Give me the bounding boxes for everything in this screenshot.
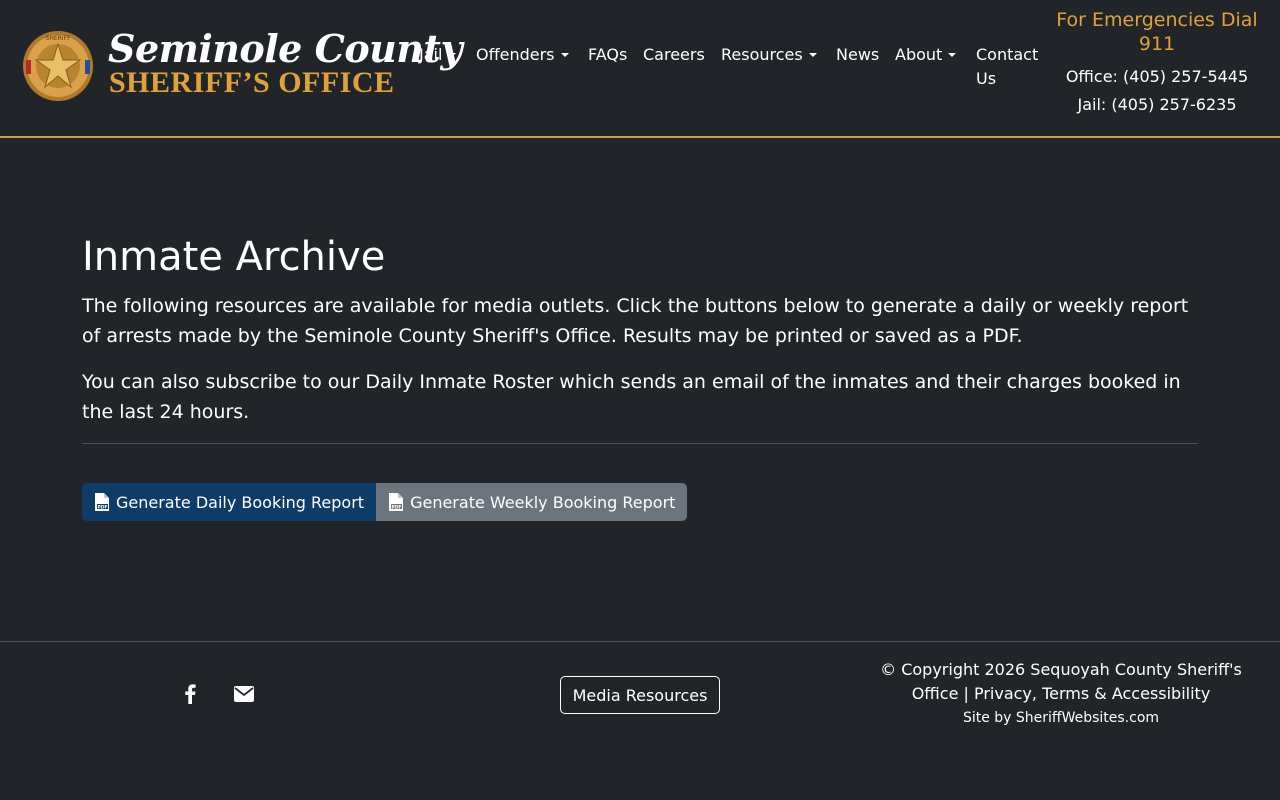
nav-jail[interactable]: Jail bbox=[419, 43, 457, 67]
file-pdf-icon: PDF bbox=[95, 493, 109, 511]
nav-contact-us[interactable]: Contact Us bbox=[976, 43, 1038, 91]
nav-label: Offenders bbox=[476, 45, 555, 64]
nav-careers[interactable]: Careers bbox=[643, 43, 705, 67]
nav-label: FAQs bbox=[588, 45, 628, 64]
chevron-down-icon bbox=[448, 53, 457, 57]
privacy-terms-link[interactable]: Privacy, Terms & Accessibility bbox=[974, 684, 1210, 703]
daily-button-label: Generate Daily Booking Report bbox=[116, 492, 365, 512]
subscribe-text: You can also subscribe to our Daily Inma… bbox=[82, 367, 1198, 427]
site-footer: Media Resources © Copyright 2026 Sequoya… bbox=[0, 641, 1280, 800]
nav-offenders[interactable]: Offenders bbox=[476, 43, 569, 67]
nav-label: About bbox=[895, 45, 943, 64]
file-pdf-icon: PDF bbox=[389, 493, 404, 511]
office-phone-link[interactable]: (405) 257-5445 bbox=[1123, 67, 1248, 86]
generate-daily-report-button[interactable]: PDF Generate Daily Booking Report bbox=[82, 483, 377, 521]
nav-about[interactable]: About bbox=[895, 43, 957, 67]
copyright-block: © Copyright 2026 Sequoyah County Sheriff… bbox=[870, 658, 1252, 728]
site-by-link[interactable]: Site by SheriffWebsites.com bbox=[963, 710, 1159, 726]
media-resources-button[interactable]: Media Resources bbox=[560, 676, 720, 714]
subscribe-pre: You can also subscribe to our bbox=[82, 371, 366, 393]
chevron-down-icon bbox=[560, 53, 569, 57]
copyright-text: © Copyright 2026 Sequoyah County Sheriff… bbox=[870, 658, 1252, 706]
nav-label: Jail bbox=[419, 45, 443, 64]
page-title: Inmate Archive bbox=[82, 234, 386, 280]
nav-label: News bbox=[836, 45, 880, 64]
nav-label: Resources bbox=[721, 45, 803, 64]
contact-box: For Emergencies Dial 911 Office: (405) 2… bbox=[1040, 8, 1274, 117]
main-content: Inmate Archive The following resources a… bbox=[82, 233, 1198, 444]
daily-inmate-roster-link[interactable]: Daily Inmate Roster bbox=[365, 371, 553, 393]
site-header: SHERIFF Seminole County SHERIFF’S OFFICE… bbox=[0, 0, 1280, 138]
nav-news[interactable]: News bbox=[836, 43, 879, 67]
intro-text: The following resources are available fo… bbox=[82, 295, 1189, 347]
chevron-down-icon bbox=[808, 53, 817, 57]
pdf-icon-text: PDF bbox=[97, 504, 107, 510]
sheriff-badge-icon: SHERIFF bbox=[23, 31, 93, 101]
jail-phone-link[interactable]: (405) 257-6235 bbox=[1111, 95, 1236, 114]
nav-label: Careers bbox=[643, 45, 705, 64]
site-by: Site by SheriffWebsites.com bbox=[870, 708, 1252, 728]
chevron-down-icon bbox=[948, 53, 957, 57]
nav-label-line2: Us bbox=[976, 69, 997, 88]
jail-label: Jail: bbox=[1077, 95, 1107, 114]
nav-resources[interactable]: Resources bbox=[721, 43, 817, 67]
nav-faqs[interactable]: FAQs bbox=[588, 43, 627, 67]
report-button-group: PDF Generate Daily Booking Report PDF Ge… bbox=[82, 483, 688, 521]
emergency-notice: For Emergencies Dial 911 bbox=[1056, 9, 1258, 55]
office-phone-line: Office: (405) 257-5445 bbox=[1040, 65, 1274, 89]
jail-phone-line: Jail: (405) 257-6235 bbox=[1040, 93, 1274, 117]
facebook-icon bbox=[185, 684, 196, 704]
generate-weekly-report-button[interactable]: PDF Generate Weekly Booking Report bbox=[376, 483, 688, 521]
envelope-icon bbox=[234, 686, 254, 702]
office-label: Office: bbox=[1065, 67, 1118, 86]
badge-text: SHERIFF bbox=[46, 35, 72, 42]
nav-label: Contact bbox=[976, 45, 1039, 64]
weekly-button-label: Generate Weekly Booking Report bbox=[410, 492, 676, 512]
facebook-link[interactable] bbox=[180, 682, 200, 706]
divider bbox=[82, 443, 1198, 444]
site-logo[interactable]: SHERIFF Seminole County SHERIFF’S OFFICE bbox=[22, 26, 463, 104]
email-link[interactable] bbox=[233, 682, 255, 706]
logo-line-office: SHERIFF’S OFFICE bbox=[109, 66, 395, 99]
pdf-icon-text: PDF bbox=[392, 504, 402, 510]
logo-line-county: Seminole County bbox=[108, 26, 463, 71]
